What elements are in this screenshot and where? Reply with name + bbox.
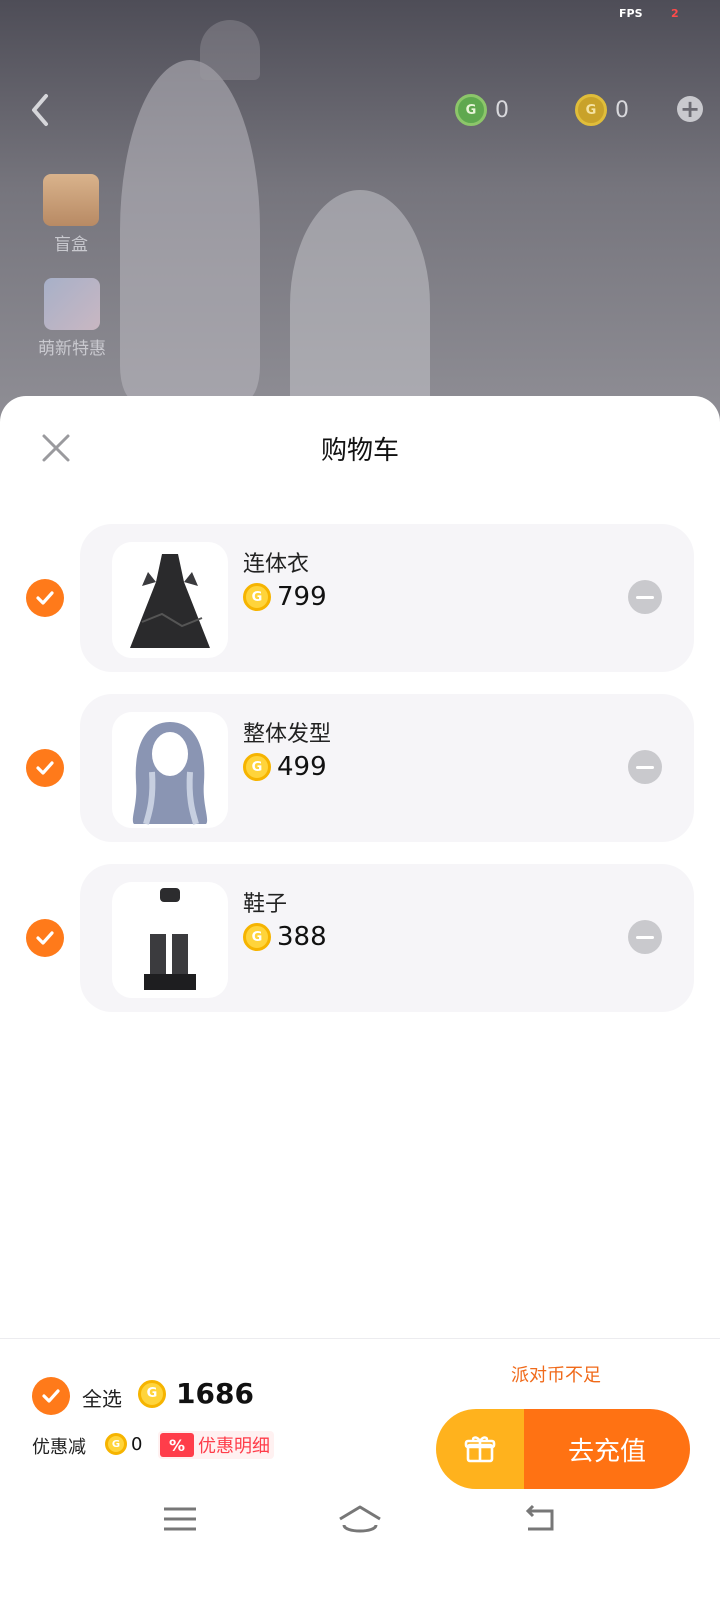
character-figure-right (290, 190, 430, 420)
remove-item-button[interactable] (628, 580, 662, 614)
fps-value: 2 (671, 7, 679, 20)
discount-detail-label: 优惠明细 (198, 1436, 270, 1457)
page-title: 购物车 (320, 436, 399, 466)
remove-item-button[interactable] (628, 920, 662, 954)
black-boots-icon (112, 882, 228, 998)
fps-label: FPS (619, 7, 643, 20)
avatar-bundle-icon (44, 278, 100, 330)
total-price: G 1686 (138, 1377, 254, 1410)
item-price-value: 799 (277, 582, 327, 612)
party-coin-icon: G (575, 94, 607, 126)
cart-item: 连体衣 G 799 (0, 524, 720, 672)
item-name: 整体发型 (243, 722, 332, 747)
character-figure-left (120, 60, 260, 400)
back-icon[interactable] (26, 90, 56, 130)
item-price: G 499 (243, 752, 327, 782)
hairstyle-icon (112, 712, 228, 828)
item-name: 连体衣 (243, 552, 310, 577)
item-checkbox[interactable] (26, 919, 64, 957)
percent-badge: % (160, 1433, 194, 1457)
discount-label: 优惠减 (32, 1437, 86, 1458)
check-icon (42, 1389, 60, 1403)
item-checkbox[interactable] (26, 579, 64, 617)
character-figure-background (200, 20, 260, 80)
recharge-label[interactable]: 去充值 (524, 1409, 690, 1489)
cart-item-card[interactable]: 连体衣 G 799 (80, 524, 694, 672)
black-dress-icon (112, 542, 228, 658)
select-all-checkbox[interactable] (32, 1377, 70, 1415)
item-price-value: 499 (277, 752, 327, 782)
gift-box-icon (43, 174, 99, 226)
item-checkbox[interactable] (26, 749, 64, 787)
cart-item-card[interactable]: 整体发型 G 499 (80, 694, 694, 842)
check-icon (36, 591, 54, 605)
recharge-button[interactable]: 去充值 (436, 1409, 690, 1489)
coin-icon: G (243, 923, 271, 951)
background-scene: FPS 2 G 0 G 0 + 盲盒 萌新特惠 (0, 0, 720, 420)
add-currency-icon[interactable]: + (677, 96, 703, 122)
insufficient-balance-text: 派对币不足 (511, 1365, 601, 1386)
home-icon[interactable] (336, 1499, 384, 1539)
back-nav-icon[interactable] (520, 1499, 560, 1539)
side-item-newbie-deal[interactable]: 萌新特惠 (34, 278, 110, 359)
minus-icon (636, 765, 654, 769)
minus-icon (636, 595, 654, 599)
gold-coin-icon: G (455, 94, 487, 126)
coin-icon: G (243, 753, 271, 781)
side-item-label: 萌新特惠 (38, 339, 106, 359)
check-icon (36, 761, 54, 775)
discount-amount: G 0 (105, 1433, 142, 1455)
total-price-value: 1686 (176, 1377, 254, 1410)
gold-balance-value: 0 (495, 97, 509, 123)
item-price: G 799 (243, 582, 327, 612)
minus-icon (636, 935, 654, 939)
item-name: 鞋子 (243, 892, 288, 917)
menu-icon[interactable] (160, 1499, 200, 1539)
cart-item: 鞋子 G 388 (0, 864, 720, 1012)
check-icon (36, 931, 54, 945)
party-balance-value: 0 (615, 97, 629, 123)
cart-item: 整体发型 G 499 (0, 694, 720, 842)
discount-value: 0 (131, 1433, 143, 1455)
side-item-blind-box[interactable]: 盲盒 (40, 174, 102, 255)
side-item-label: 盲盒 (54, 235, 88, 255)
remove-item-button[interactable] (628, 750, 662, 784)
select-all-label[interactable]: 全选 (82, 1383, 122, 1412)
cart-item-card[interactable]: 鞋子 G 388 (80, 864, 694, 1012)
coin-icon: G (138, 1379, 166, 1408)
gift-icon[interactable] (436, 1409, 524, 1489)
coin-icon: G (105, 1433, 127, 1455)
gold-coin-balance: G 0 (455, 94, 509, 126)
party-coin-balance: G 0 (575, 94, 629, 126)
coin-icon: G (243, 583, 271, 611)
cart-footer: 派对币不足 全选 G 1686 优惠减 G 0 % 优惠明细 去充值 (0, 1338, 720, 1601)
item-price: G 388 (243, 922, 327, 952)
discount-detail-button[interactable]: % 优惠明细 (158, 1431, 274, 1459)
item-price-value: 388 (277, 922, 327, 952)
